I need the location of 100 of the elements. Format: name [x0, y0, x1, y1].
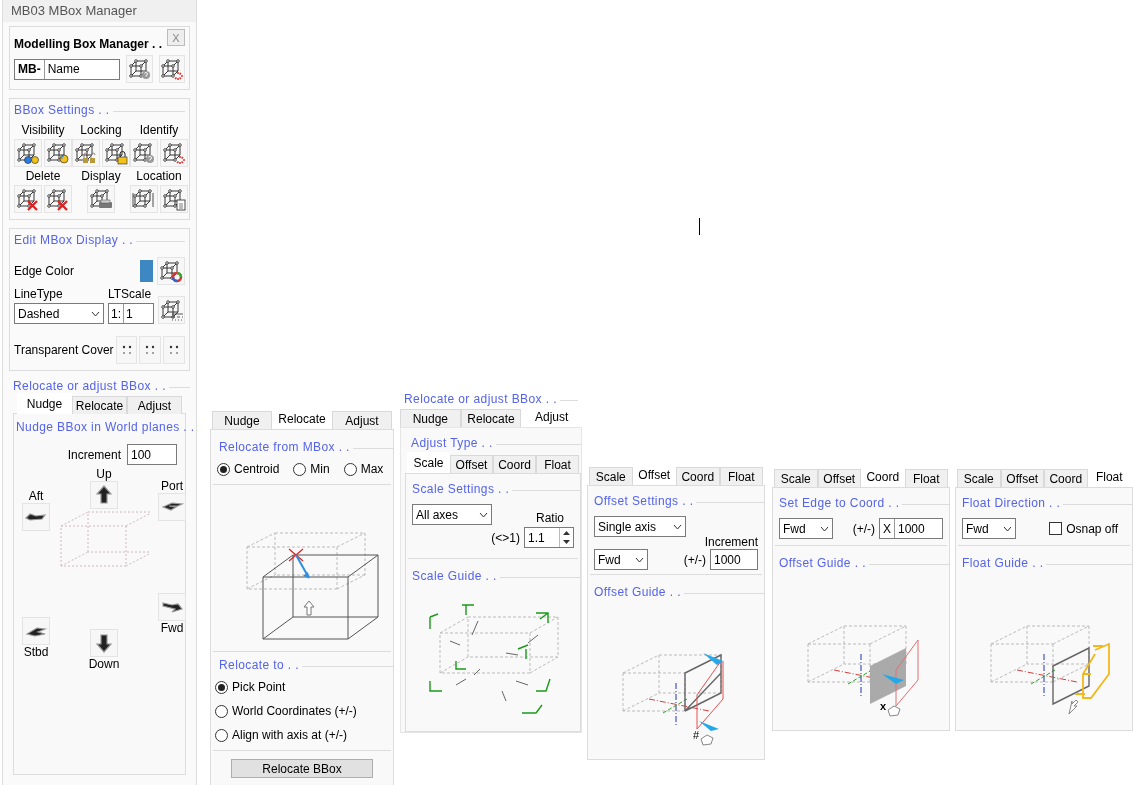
- radio-option[interactable]: Align with axis at (+/-): [215, 728, 348, 742]
- tool-button[interactable]: [158, 55, 185, 83]
- tool-button[interactable]: [87, 185, 115, 213]
- tool-button[interactable]: [130, 139, 158, 167]
- color-swatch[interactable]: [140, 260, 153, 282]
- group-label: Identify: [139, 123, 179, 137]
- cursor-mark: x: [880, 700, 887, 712]
- tab[interactable]: Adjust: [127, 396, 182, 414]
- tab[interactable]: Coord: [1044, 469, 1088, 487]
- tab[interactable]: Nudge: [212, 411, 272, 429]
- hint-label: (<>1): [491, 530, 520, 545]
- tool-button[interactable]: [157, 257, 185, 285]
- dropdown[interactable]: Single axis: [594, 516, 686, 537]
- cube-color-wheel-icon: [159, 259, 183, 283]
- osnap-checkbox[interactable]: Osnap off: [1049, 521, 1118, 536]
- hint-label: (+/-): [683, 552, 706, 567]
- section-heading: Offset Settings . .: [594, 494, 694, 508]
- radio-option[interactable]: Pick Point: [215, 680, 286, 694]
- cube-burst-icon: [159, 57, 184, 81]
- tool-button[interactable]: [44, 185, 72, 213]
- nudge-button[interactable]: [158, 493, 186, 521]
- tab[interactable]: Float: [536, 455, 579, 473]
- tab[interactable]: Scale: [589, 467, 633, 485]
- text-cursor: [699, 218, 700, 235]
- field-label: Transparent Cover: [14, 343, 114, 357]
- nudge-button[interactable]: [90, 629, 118, 657]
- group-label: Locking: [80, 123, 122, 137]
- field-label: Edge Color: [14, 264, 75, 278]
- tab[interactable]: Scale: [407, 452, 450, 473]
- section-heading: Adjust Type . .: [411, 436, 493, 450]
- offset-field[interactable]: 1000: [710, 549, 758, 570]
- tab[interactable]: Coord: [493, 455, 536, 473]
- dropdown[interactable]: Fwd: [962, 518, 1016, 539]
- name-field[interactable]: MB- Name: [14, 58, 121, 80]
- section-heading: Offset Guide . .: [779, 556, 866, 570]
- tool-button[interactable]: [14, 185, 42, 213]
- tab[interactable]: Scale: [774, 469, 818, 487]
- tool-button[interactable]: [44, 139, 72, 167]
- section-heading: Relocate from MBox . .: [219, 440, 350, 454]
- increment-field[interactable]: 100: [127, 444, 177, 465]
- tab[interactable]: Nudge: [17, 393, 72, 414]
- section-heading: Edit MBox Display . .: [14, 233, 134, 247]
- dropdown[interactable]: Fwd: [779, 518, 833, 539]
- hint-label: (+/-): [852, 521, 875, 536]
- tab[interactable]: Float: [904, 469, 948, 487]
- tab[interactable]: Offset: [450, 455, 493, 473]
- tab[interactable]: Offset: [817, 469, 861, 487]
- tool-button[interactable]: [160, 139, 188, 167]
- dropdown[interactable]: All axes: [412, 504, 492, 525]
- tool-button[interactable]: [14, 139, 42, 167]
- group-label: Display: [81, 169, 121, 183]
- caret-icon: [820, 525, 829, 532]
- coord-field[interactable]: X 1000: [879, 518, 943, 539]
- dropdown[interactable]: Dashed: [14, 303, 104, 324]
- tab[interactable]: Coord: [676, 467, 720, 485]
- scale-field[interactable]: 1: 1: [108, 303, 154, 324]
- section-heading: Scale Guide . .: [412, 569, 497, 583]
- section-heading: Relocate to . .: [219, 658, 300, 672]
- caret-icon: [479, 511, 488, 518]
- group-label: Delete: [25, 169, 61, 183]
- radio-option[interactable]: Max: [343, 462, 384, 476]
- ratio-spinner[interactable]: 1.1: [524, 527, 574, 548]
- dots-icon: [144, 344, 157, 356]
- radio-option[interactable]: World Coordinates (+/-): [215, 704, 357, 718]
- tool-button[interactable]: [160, 185, 188, 213]
- nudge-button[interactable]: [158, 593, 186, 621]
- tab[interactable]: Nudge: [400, 409, 461, 427]
- cube-cross-icon: [16, 187, 40, 211]
- tab[interactable]: Relocate: [460, 409, 522, 427]
- cube-linetype-icon: [159, 298, 184, 322]
- section-heading: Float Guide . .: [962, 556, 1044, 570]
- cube-help-icon: [127, 57, 152, 81]
- nudge-button[interactable]: [90, 481, 118, 509]
- tool-button[interactable]: [126, 55, 153, 83]
- radio-option[interactable]: Centroid: [217, 462, 280, 476]
- window-title: MB03 MBox Manager: [3, 0, 196, 22]
- field-label: LTScale: [108, 287, 152, 301]
- tab[interactable]: Relocate: [72, 396, 127, 414]
- tool-button[interactable]: [72, 139, 100, 167]
- direction-label: Down: [88, 657, 120, 671]
- spin-up-icon: [563, 530, 570, 535]
- tab[interactable]: Adjust: [332, 411, 392, 429]
- tab[interactable]: Scale: [957, 469, 1001, 487]
- field-label: LineType: [14, 287, 63, 301]
- tab[interactable]: Float: [719, 467, 763, 485]
- section-heading: Float Direction . .: [962, 496, 1061, 510]
- relocate-button[interactable]: Relocate BBox: [231, 759, 373, 778]
- tool-button[interactable]: [158, 296, 185, 324]
- tool-button[interactable]: [130, 185, 158, 213]
- nudge-button[interactable]: [22, 617, 50, 645]
- caret-icon: [673, 523, 682, 530]
- tab[interactable]: Offset: [1000, 469, 1044, 487]
- tool-button[interactable]: [102, 139, 130, 167]
- radio-option[interactable]: Min: [293, 462, 330, 476]
- cube-bulbs-icon: [16, 141, 40, 165]
- direction-label: Fwd: [160, 621, 184, 635]
- dropdown[interactable]: Fwd: [594, 549, 648, 570]
- nudge-button[interactable]: [22, 503, 50, 531]
- direction-label: Stbd: [23, 645, 49, 659]
- field-prefix: 1:: [109, 304, 124, 323]
